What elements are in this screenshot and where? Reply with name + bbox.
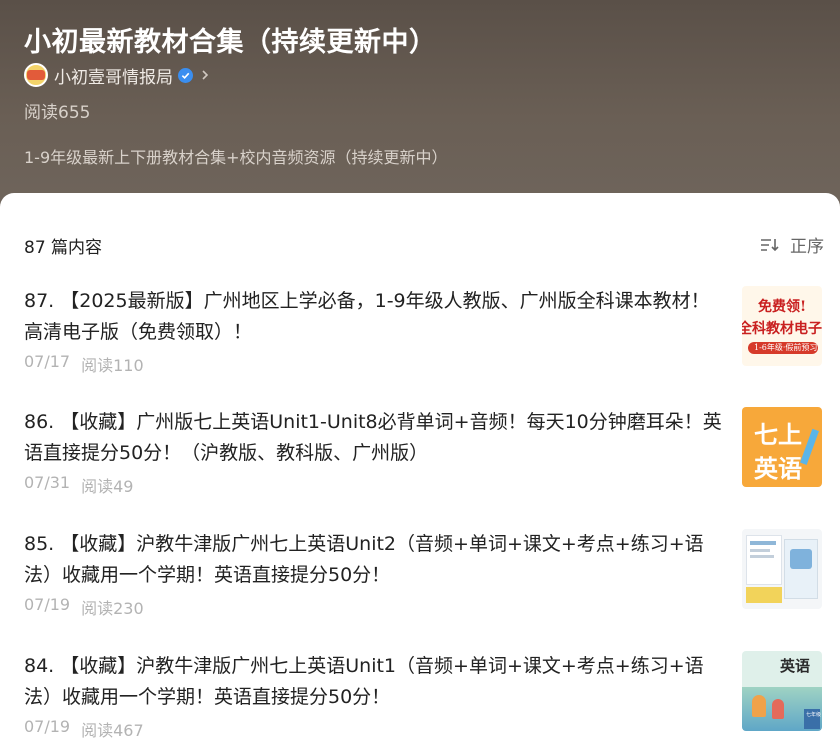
chevron-right-icon[interactable] [199,68,211,82]
list-item[interactable]: 86. 【收藏】广州版七上英语Unit1-Unit8必背单词+音频！每天10分钟… [24,407,834,507]
thumb-text: 七年级 [806,712,822,718]
item-views: 阅读49 [81,477,134,496]
item-thumbnail[interactable]: 英语 七年级 [742,651,822,731]
author-avatar[interactable] [24,63,48,87]
thumb-text: 1-6年级·假前预习 [754,343,818,352]
thumb-text: 英语 [754,455,802,483]
item-date: 07/19 [24,595,71,614]
item-date: 07/17 [24,352,71,371]
item-thumbnail[interactable]: 免费领! 全科教材电子 1-6年级·假前预习 [742,286,822,366]
item-date: 07/19 [24,717,71,736]
item-views: 阅读110 [81,356,144,375]
thumb-text: 全科教材电子 [742,321,822,337]
item-title[interactable]: 84. 【收藏】沪教牛津版广州七上英语Unit1（音频+单词+课文+考点+练习+… [24,651,724,713]
item-title[interactable]: 85. 【收藏】沪教牛津版广州七上英语Unit2（音频+单词+课文+考点+练习+… [24,529,724,591]
article-list-panel: 87 篇内容 正序 87. 【2025最新版】广州地区上学必备，1-9年级人教版… [0,193,840,747]
article-count: 87 篇内容 [24,238,103,258]
item-date: 07/31 [24,473,71,492]
thumb-text: 免费领! [758,299,807,315]
item-views: 阅读230 [81,599,144,618]
list-item[interactable]: 87. 【2025最新版】广州地区上学必备，1-9年级人教版、广州版全科课本教材… [24,286,834,386]
item-meta: 07/19 阅读467 [24,717,144,741]
item-title[interactable]: 86. 【收藏】广州版七上英语Unit1-Unit8必背单词+音频！每天10分钟… [24,407,724,469]
item-thumbnail[interactable] [742,529,822,609]
item-meta: 07/17 阅读110 [24,352,144,376]
item-meta: 07/31 阅读49 [24,473,133,497]
thumb-text: 英语 [780,657,811,675]
author-row[interactable]: 小初壹哥情报局 [24,62,211,88]
thumb-text: 七上 [754,421,802,449]
verified-check-icon [178,67,193,83]
item-views: 阅读467 [81,721,144,740]
collection-read-count: 阅读655 [24,103,91,123]
list-item[interactable]: 85. 【收藏】沪教牛津版广州七上英语Unit2（音频+单词+课文+考点+练习+… [24,529,834,629]
collection-description: 1-9年级最新上下册教材合集+校内音频资源（持续更新中） [24,148,448,167]
sort-lines-icon [761,238,779,251]
sort-toggle[interactable]: 正序 [760,232,824,257]
sort-label: 正序 [790,237,824,257]
pencil-illustration-icon [800,428,819,465]
collection-header: 小初最新教材合集（持续更新中） 小初壹哥情报局 阅读655 1-9年级最新上下册… [0,0,840,215]
collection-title: 小初最新教材合集（持续更新中） [24,27,437,58]
item-thumbnail[interactable]: 七上 英语 [742,407,822,487]
item-meta: 07/19 阅读230 [24,595,144,619]
item-title[interactable]: 87. 【2025最新版】广州地区上学必备，1-9年级人教版、广州版全科课本教材… [24,286,724,348]
author-name[interactable]: 小初壹哥情报局 [54,63,173,88]
list-item[interactable]: 84. 【收藏】沪教牛津版广州七上英语Unit1（音频+单词+课文+考点+练习+… [24,651,834,747]
